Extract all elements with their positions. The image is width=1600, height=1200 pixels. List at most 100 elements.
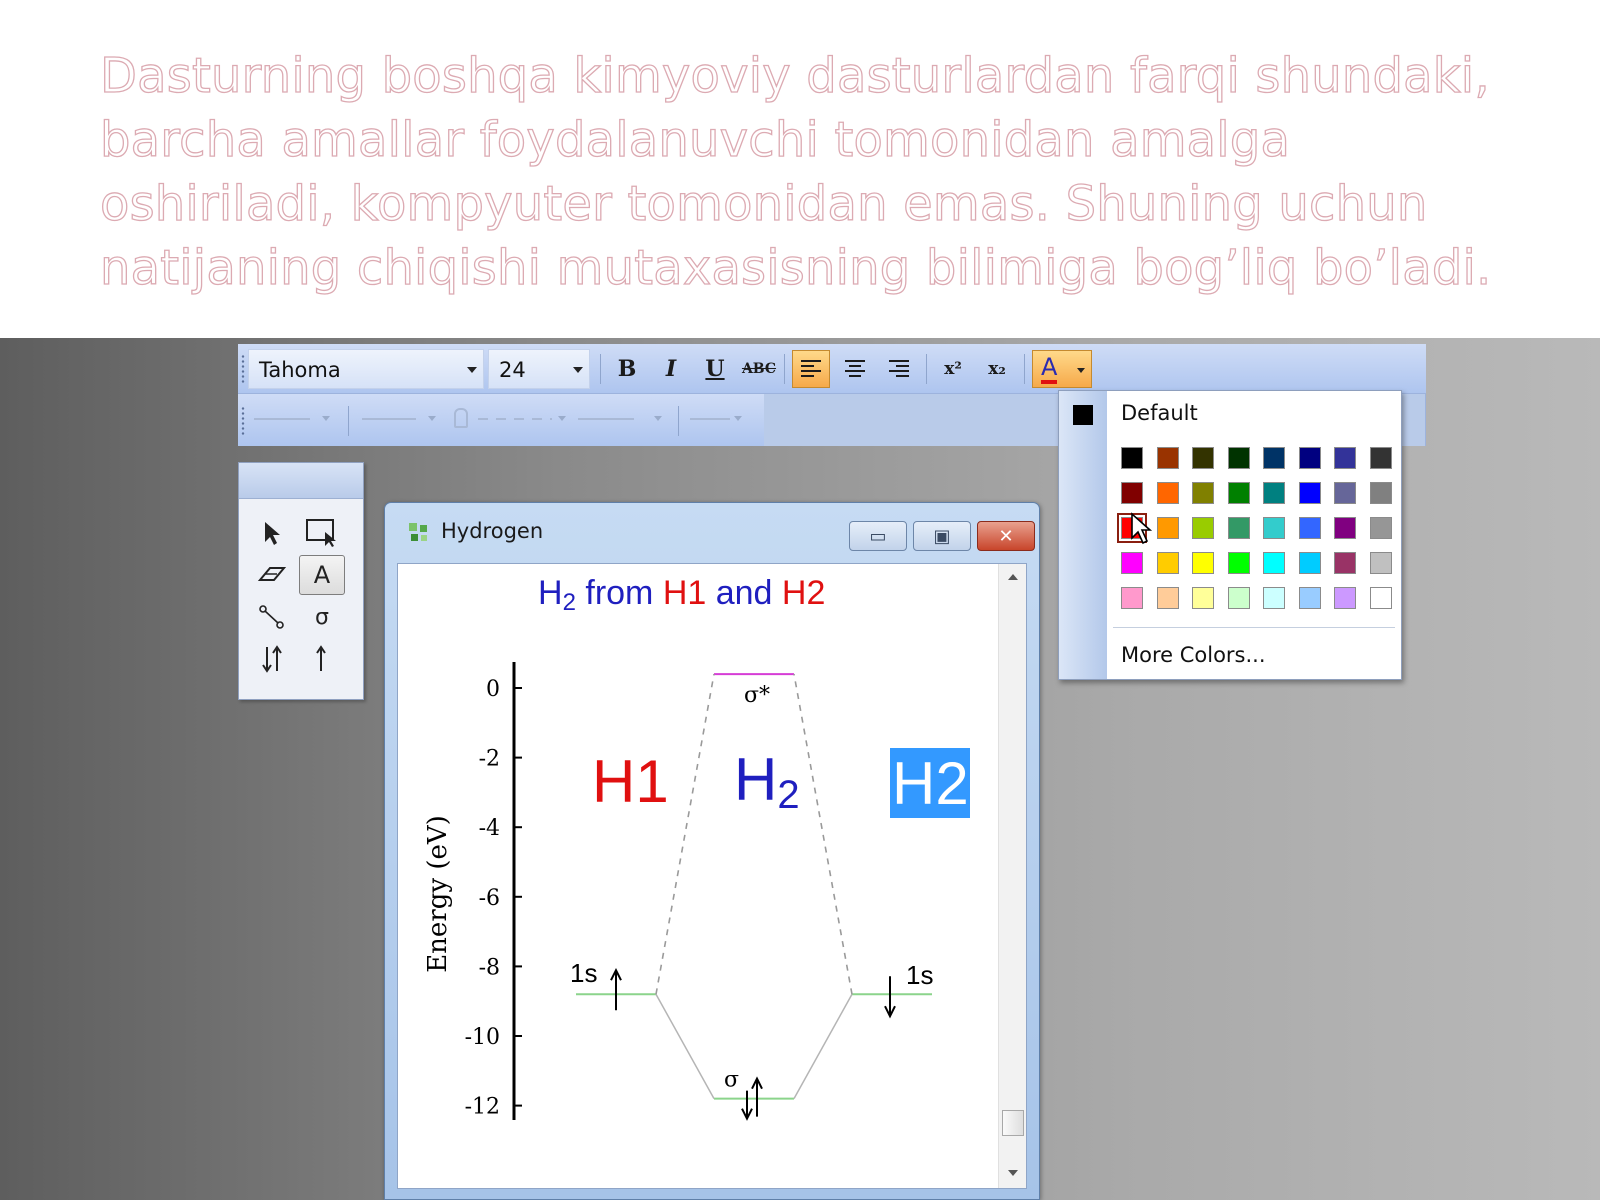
toolbar-grip[interactable] [241, 354, 245, 384]
sigma-star-label: σ* [744, 683, 770, 708]
align-right-button[interactable] [880, 350, 918, 388]
color-swatch[interactable] [1192, 447, 1214, 469]
color-swatch[interactable] [1192, 552, 1214, 574]
superscript-button[interactable]: x² [934, 350, 972, 388]
chevron-down-icon[interactable] [573, 367, 583, 373]
color-swatch[interactable] [1227, 552, 1250, 574]
color-swatch[interactable] [1263, 447, 1285, 469]
bold-button[interactable]: B [608, 350, 646, 388]
strikethrough-button[interactable]: ABC [740, 350, 778, 388]
chevron-down-icon[interactable] [654, 416, 662, 421]
shadow-style-sample[interactable] [690, 418, 730, 420]
chevron-down-icon[interactable] [1077, 368, 1085, 373]
single-arrow-tool-button[interactable] [299, 639, 345, 679]
color-swatch[interactable] [1298, 552, 1321, 574]
color-swatch[interactable] [1369, 587, 1392, 609]
left-atom-label: H1 [592, 748, 669, 815]
chevron-down-icon[interactable] [467, 367, 477, 373]
color-swatch[interactable] [1156, 587, 1179, 609]
align-left-button[interactable] [792, 350, 830, 388]
color-swatch[interactable] [1192, 517, 1214, 539]
pointer-tool-button[interactable] [249, 513, 295, 553]
eraser-icon [257, 567, 287, 581]
toolbar-separator [678, 406, 679, 436]
text-tool-button[interactable]: A [299, 555, 345, 595]
color-swatch[interactable] [1121, 587, 1143, 609]
color-swatch[interactable] [1227, 482, 1250, 504]
font-color-button[interactable]: A [1032, 350, 1092, 388]
palette-titlebar[interactable] [239, 463, 363, 499]
close-button[interactable]: ✕ [977, 521, 1035, 551]
fill-bucket-icon[interactable] [454, 408, 468, 428]
color-swatch[interactable] [1263, 587, 1285, 609]
font-size-combo[interactable]: 24 [488, 349, 590, 389]
color-swatch[interactable] [1369, 482, 1392, 504]
color-swatch[interactable] [1369, 517, 1392, 539]
antibonding-connector-right [793, 673, 853, 995]
arrow-style-sample[interactable] [578, 418, 634, 420]
dash-style-sample[interactable] [478, 418, 552, 420]
paired-arrows-icon [262, 645, 282, 673]
line-style-sample[interactable] [254, 418, 310, 420]
paired-arrow-tool-button[interactable] [249, 639, 295, 679]
color-swatch[interactable] [1369, 447, 1392, 469]
color-swatch[interactable] [1263, 552, 1285, 574]
color-swatch[interactable] [1369, 552, 1392, 574]
chevron-down-icon[interactable] [428, 416, 436, 421]
mo-energy-diagram[interactable]: H2 from H1 and H20-2-4-6-8-10-12Energy (… [398, 564, 998, 1189]
color-swatch[interactable] [1227, 447, 1250, 469]
color-swatch[interactable] [1121, 552, 1143, 574]
color-swatch[interactable] [1263, 482, 1285, 504]
chevron-down-icon[interactable] [558, 416, 566, 421]
window-title: Hydrogen [441, 519, 544, 543]
more-colors-option[interactable]: More Colors... [1121, 643, 1266, 667]
title-segment: from [576, 574, 663, 612]
color-swatch[interactable] [1334, 552, 1356, 574]
align-center-icon [845, 360, 865, 377]
document-canvas[interactable]: H2 from H1 and H2 0 -2 -4 -6 -8 -10 -12 Energy (… [397, 563, 1027, 1189]
chevron-down-icon[interactable] [734, 416, 742, 421]
italic-button[interactable]: I [652, 350, 690, 388]
color-swatch[interactable] [1334, 447, 1356, 469]
minimize-button[interactable]: ▭ [849, 521, 907, 551]
scroll-down-icon[interactable] [1008, 1170, 1018, 1176]
color-swatch[interactable] [1121, 447, 1143, 469]
font-name-combo[interactable]: Tahoma [248, 349, 484, 389]
color-swatch[interactable] [1298, 517, 1321, 539]
color-swatch[interactable] [1298, 587, 1321, 609]
minimize-icon: ▭ [869, 525, 887, 547]
color-swatch[interactable] [1298, 482, 1321, 504]
toolbar-grip[interactable] [241, 406, 245, 436]
color-swatch[interactable] [1121, 482, 1143, 504]
color-swatch[interactable] [1334, 517, 1356, 539]
color-swatch[interactable] [1156, 552, 1179, 574]
color-swatch[interactable] [1227, 517, 1250, 539]
color-swatch[interactable] [1298, 447, 1321, 469]
color-swatch[interactable] [1156, 447, 1179, 469]
color-swatch[interactable] [1192, 482, 1214, 504]
underline-button[interactable]: U [696, 350, 734, 388]
default-color-option[interactable]: Default [1121, 401, 1198, 425]
subscript-button[interactable]: x₂ [978, 350, 1016, 388]
caption-banner: Dasturning boshqa kimyoviy dasturlardan … [0, 0, 1600, 338]
color-swatch[interactable] [1156, 482, 1179, 504]
scroll-thumb[interactable] [1002, 1110, 1024, 1136]
sigma-tool-button[interactable]: σ [299, 597, 345, 637]
color-swatch[interactable] [1334, 587, 1356, 609]
tool-palette: A σ [238, 462, 364, 700]
maximize-button[interactable]: ▣ [913, 521, 971, 551]
align-center-button[interactable] [836, 350, 874, 388]
color-swatch[interactable] [1156, 517, 1179, 539]
line-tool-button[interactable] [249, 597, 295, 637]
scroll-up-icon[interactable] [1008, 574, 1018, 580]
line-weight-sample[interactable] [362, 418, 416, 420]
chevron-down-icon[interactable] [322, 416, 330, 421]
marquee-tool-button[interactable] [299, 513, 345, 553]
color-swatch[interactable] [1192, 587, 1214, 609]
color-swatch[interactable] [1227, 587, 1250, 609]
color-swatch[interactable] [1334, 482, 1356, 504]
default-color-swatch[interactable] [1073, 405, 1093, 425]
vertical-scrollbar[interactable] [998, 564, 1026, 1188]
eraser-tool-button[interactable] [249, 555, 295, 595]
color-swatch[interactable] [1263, 517, 1285, 539]
